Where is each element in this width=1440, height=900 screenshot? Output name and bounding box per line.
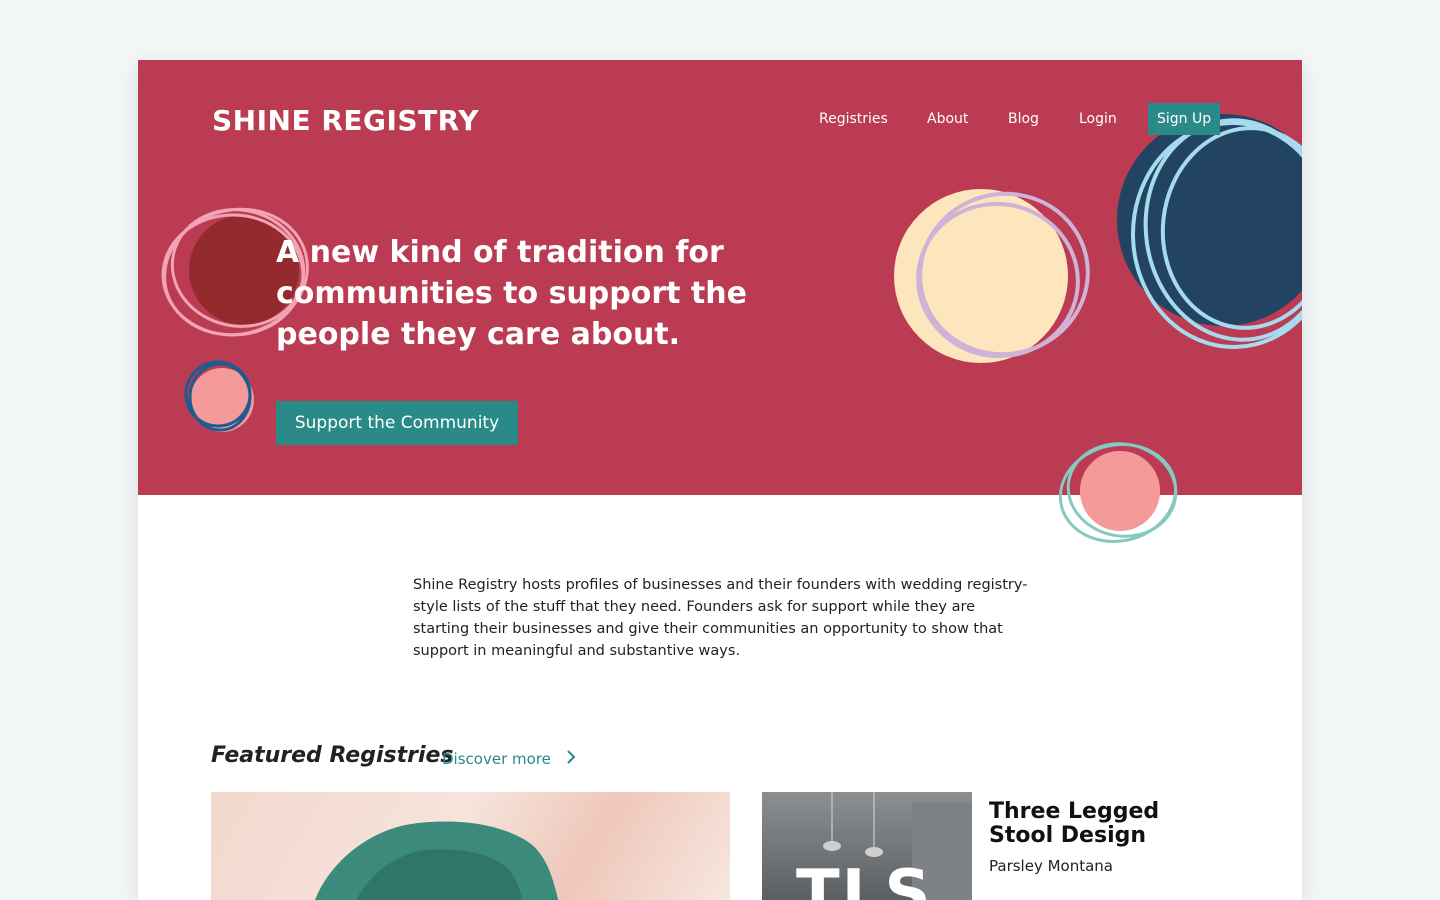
pink-circle-decoration: [1080, 451, 1160, 495]
nav-item-about[interactable]: About: [927, 103, 968, 135]
hero-section: SHINE REGISTRY Registries About Blog Log…: [138, 60, 1302, 495]
support-community-button[interactable]: Support the Community: [276, 401, 518, 445]
registry-title[interactable]: Three Legged Stool Design: [989, 800, 1209, 848]
page: SHINE REGISTRY Registries About Blog Log…: [138, 60, 1302, 900]
lilac-scribble-decoration: [916, 191, 1090, 359]
featured-registries-heading: Featured Registries: [211, 743, 454, 768]
registry-owner: Parsley Montana: [989, 857, 1113, 875]
intro-paragraph: Shine Registry hosts profiles of busines…: [413, 577, 1028, 659]
navy-scribble-decoration: [184, 360, 252, 432]
signup-button[interactable]: Sign Up: [1148, 103, 1221, 135]
green-shoe-illustration: [315, 821, 559, 900]
nav-item-registries[interactable]: Registries: [819, 103, 888, 135]
discover-more-link[interactable]: Discover more: [442, 748, 576, 771]
tls-logo-text: TLS: [796, 857, 933, 900]
registry-card-shoe-image[interactable]: [211, 792, 730, 900]
navy-circle-decoration: [1117, 114, 1302, 326]
small-pink-circle-decoration: [190, 368, 254, 432]
registry-card-kitchen-image[interactable]: TLS: [762, 792, 972, 900]
blue-scribble-decoration: [1130, 118, 1302, 349]
cream-circle-decoration: [894, 189, 1068, 363]
chevron-right-icon: [566, 749, 576, 771]
nav-item-login[interactable]: Login: [1079, 103, 1117, 135]
hero-headline: A new kind of tradition for communities …: [276, 235, 747, 352]
main-nav: Registries About Blog Login Sign Up: [138, 103, 1302, 135]
nav-item-blog[interactable]: Blog: [1008, 103, 1039, 135]
discover-more-label: Discover more: [442, 750, 551, 768]
